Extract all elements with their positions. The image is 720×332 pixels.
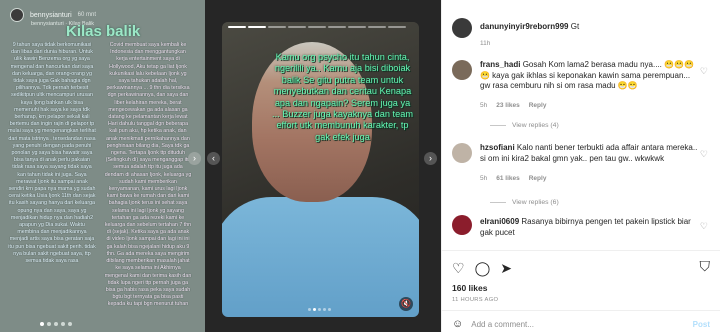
comment-body: danunyinyir9reborn999 Gt bbox=[480, 22, 712, 33]
like-heart-icon[interactable]: ♡ bbox=[700, 221, 708, 232]
story-header: bennysianturi 60 mnt bbox=[10, 8, 96, 22]
story-overlay-text: Kamu org psycho itu tahun cinta, ngerili… bbox=[272, 52, 413, 142]
next-story-button[interactable]: › bbox=[188, 152, 201, 165]
story-username[interactable]: bennysianturi bbox=[30, 12, 72, 19]
divider bbox=[442, 310, 720, 311]
screen: bennysianturi 60 mnt bennysianturi · Kil… bbox=[0, 0, 720, 332]
avatar[interactable] bbox=[452, 60, 472, 80]
comment-time: 5h bbox=[480, 175, 488, 182]
story-text-right: Covid membuat saya kembali ke Indonesia … bbox=[104, 42, 192, 306]
story-title: Kilas balik bbox=[66, 23, 141, 40]
comment: danunyinyir9reborn999 Gt 11h bbox=[452, 18, 712, 48]
add-comment-input[interactable]: Add a comment... bbox=[471, 320, 534, 329]
likes-count[interactable]: 160 likes bbox=[452, 283, 487, 293]
view-replies-button[interactable]: View replies (6) bbox=[490, 199, 559, 206]
post-button[interactable]: Post bbox=[693, 320, 710, 329]
story-video[interactable]: Kamu org psycho itu tahun cinta, ngerili… bbox=[222, 22, 419, 317]
comment-username[interactable]: frans_hadi bbox=[480, 60, 520, 69]
comment: elrani0609 Rasanya bibirnya pengen tet p… bbox=[452, 215, 712, 245]
emoji-icon[interactable]: ☺ bbox=[452, 318, 463, 330]
story-progress-bars bbox=[228, 26, 406, 28]
story-panel-video: ‹ Kamu org psycho itu tahun cinta, ngeri… bbox=[205, 0, 441, 332]
comment-username[interactable]: hzsofiani bbox=[480, 143, 515, 152]
share-send-icon[interactable]: ➤ bbox=[500, 260, 512, 277]
comment: hzsofiani Kalo nanti bener terbukti ada … bbox=[452, 143, 712, 213]
bookmark-icon[interactable]: ⛉ bbox=[700, 258, 711, 275]
video-person-shirt bbox=[222, 197, 419, 317]
prev-story-button[interactable]: ‹ bbox=[207, 152, 220, 165]
reply-button[interactable]: Reply bbox=[529, 175, 547, 182]
avatar[interactable] bbox=[452, 215, 472, 235]
like-heart-icon[interactable]: ♡ bbox=[700, 66, 708, 77]
avatar[interactable] bbox=[452, 18, 472, 38]
comment-meta: 5h 23 likes Reply bbox=[480, 102, 546, 109]
reply-button[interactable]: Reply bbox=[529, 102, 547, 109]
story-time: 60 mnt bbox=[77, 12, 96, 18]
divider bbox=[442, 250, 720, 251]
add-comment-row: ☺ Add a comment... bbox=[452, 318, 534, 330]
story-progress-dots bbox=[40, 322, 72, 326]
comment-body: hzsofiani Kalo nanti bener terbukti ada … bbox=[480, 143, 702, 164]
comment-likes[interactable]: 23 likes bbox=[496, 102, 520, 109]
comment-text: Gt bbox=[570, 22, 580, 31]
comment-time: 5h bbox=[480, 102, 488, 109]
comment-meta: 5h 61 likes Reply bbox=[480, 175, 546, 182]
next-slide-button[interactable]: › bbox=[424, 152, 437, 165]
comment-time: 11h bbox=[480, 40, 491, 47]
comment-username[interactable]: elrani0609 bbox=[480, 217, 519, 226]
avatar[interactable] bbox=[452, 143, 472, 163]
comment-username[interactable]: danunyinyir9reborn999 bbox=[480, 22, 568, 31]
carousel-dots bbox=[308, 308, 331, 311]
avatar[interactable] bbox=[10, 8, 24, 22]
like-heart-icon[interactable]: ♡ bbox=[452, 260, 465, 277]
post-time: 11 HOURS AGO bbox=[452, 297, 499, 303]
comments-panel: danunyinyir9reborn999 Gt 11h frans_hadi … bbox=[441, 0, 720, 332]
comment-body: elrani0609 Rasanya bibirnya pengen tet p… bbox=[480, 217, 702, 238]
comment-likes[interactable]: 61 likes bbox=[496, 175, 520, 182]
story-panel-kilas-balik: bennysianturi 60 mnt bennysianturi · Kil… bbox=[0, 0, 205, 332]
post-actions: ♡ ◯ ➤ bbox=[452, 260, 512, 277]
comment: frans_hadi Gosah Kom lama2 berasa madu n… bbox=[452, 60, 712, 140]
story-text-left: 9 tahun saya tidak berkomunikasi dan lib… bbox=[8, 42, 96, 265]
comment-body: frans_hadi Gosah Kom lama2 berasa madu n… bbox=[480, 60, 702, 92]
comment-bubble-icon[interactable]: ◯ bbox=[475, 260, 491, 277]
like-heart-icon[interactable]: ♡ bbox=[700, 149, 708, 160]
view-replies-button[interactable]: View replies (4) bbox=[490, 122, 559, 129]
mute-icon[interactable]: 🔇 bbox=[399, 297, 413, 311]
comment-meta: 11h bbox=[480, 40, 490, 47]
